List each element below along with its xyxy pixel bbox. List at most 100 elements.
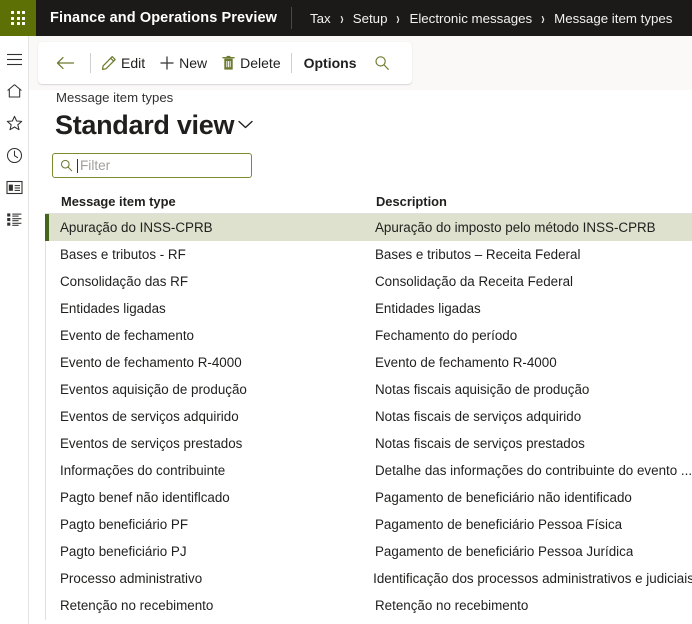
back-button[interactable] xyxy=(48,48,87,78)
table-row[interactable]: Bases e tributos - RF Bases e tributos – … xyxy=(45,241,692,268)
table-row[interactable]: Evento de fechamento R-4000 Evento de fec… xyxy=(45,349,692,376)
page-content: Message item types Standard view Filter … xyxy=(29,90,692,624)
cell-message-item-type: Apuração do INSS-CPRB xyxy=(60,220,213,235)
table-row[interactable]: Eventos de serviços prestados Notas fisca… xyxy=(45,430,692,457)
cell-message-item-type: Pagto beneficiário PJ xyxy=(60,544,187,559)
table-row[interactable]: Processo administrativo Identificação dos… xyxy=(45,565,692,592)
column-header-description[interactable]: Description xyxy=(375,194,447,209)
table-row[interactable]: Apuração do INSS-CPRB Apuração do imposto… xyxy=(45,214,692,241)
list-icon xyxy=(6,212,23,227)
grid-header-row: Message item type Description xyxy=(45,190,692,214)
cell-description: Entidades ligadas xyxy=(375,301,481,316)
trash-icon xyxy=(221,55,240,71)
cell-description: Retenção no recebimento xyxy=(375,598,529,613)
table-row[interactable]: Informações do contribuinte Detalhe das i… xyxy=(45,457,692,484)
search-icon xyxy=(53,159,77,172)
cell-message-item-type: Pagto benef não identiflcado xyxy=(60,490,230,505)
breadcrumb-separator-icon: › xyxy=(340,7,344,29)
cell-description: Notas fiscais de serviços adquirido xyxy=(375,409,582,424)
sidebar-item-home[interactable] xyxy=(0,75,29,107)
cell-message-item-type: Informações do contribuinte xyxy=(60,463,226,478)
cell-description: Bases e tributos – Receita Federal xyxy=(375,247,581,262)
cell-message-item-type: Pagto beneficiário PF xyxy=(60,517,189,532)
edit-button[interactable]: Edit xyxy=(94,48,152,78)
new-label: New xyxy=(179,55,208,71)
options-label: Options xyxy=(303,55,357,71)
cell-message-item-type: Evento de fechamento R-4000 xyxy=(60,355,242,370)
left-navigation-rail xyxy=(0,36,29,624)
home-icon xyxy=(6,83,23,99)
star-icon xyxy=(6,115,23,131)
clock-icon xyxy=(6,147,23,164)
cell-message-item-type: Processo administrativo xyxy=(60,571,203,586)
workspace-icon xyxy=(6,180,23,195)
grid-body: Apuração do INSS-CPRB Apuração do imposto… xyxy=(45,214,692,620)
cell-description: Consolidação da Receita Federal xyxy=(375,274,574,289)
table-row[interactable]: Entidades ligadas Entidades ligadas xyxy=(45,295,692,322)
table-row[interactable]: Retenção no recebimento Retenção no receb… xyxy=(45,592,692,619)
page-title: Standard view xyxy=(55,110,235,140)
cell-description: Identificação dos processos administrati… xyxy=(373,571,692,586)
plus-icon xyxy=(159,55,179,71)
table-row[interactable]: Eventos de serviços adquirido Notas fisca… xyxy=(45,403,692,430)
cell-message-item-type: Bases e tributos - RF xyxy=(60,247,186,262)
command-separator xyxy=(90,53,91,73)
search-icon xyxy=(374,55,394,71)
waffle-grid-icon[interactable] xyxy=(0,0,36,36)
sidebar-item-workspaces[interactable] xyxy=(0,171,29,203)
cell-description: Apuração do imposto pelo método INSS-CPR… xyxy=(375,220,656,235)
sidebar-item-favorites[interactable] xyxy=(0,107,29,139)
cell-description: Pagamento de beneficiário Pessoa Física xyxy=(375,517,623,532)
cell-description: Notas fiscais de serviços prestados xyxy=(375,436,585,451)
cell-description: Detalhe das informações do contribuinte … xyxy=(374,463,692,478)
pencil-icon xyxy=(101,55,121,71)
search-button[interactable] xyxy=(366,48,402,78)
cell-description: Fechamento do período xyxy=(375,328,518,343)
message-item-types-grid: Message item type Description Apuração d… xyxy=(45,190,692,624)
breadcrumb-item-tax[interactable]: Tax xyxy=(310,11,331,26)
command-bar: Edit New Delete Options xyxy=(38,42,412,84)
delete-label: Delete xyxy=(240,55,281,71)
filter-input[interactable]: Filter xyxy=(52,153,252,178)
edit-label: Edit xyxy=(121,55,146,71)
top-navigation-bar: Finance and Operations Preview Tax › Set… xyxy=(0,0,692,36)
new-button[interactable]: New xyxy=(152,48,214,78)
sidebar-item-expand-navigation[interactable] xyxy=(0,43,29,75)
page-caption: Message item types xyxy=(56,90,174,105)
sidebar-item-modules[interactable] xyxy=(0,203,29,235)
options-button[interactable]: Options xyxy=(295,48,366,78)
chevron-down-icon xyxy=(237,117,254,135)
breadcrumb-separator-icon: › xyxy=(541,7,545,29)
breadcrumb: Tax › Setup › Electronic messages › Mess… xyxy=(292,7,672,29)
cell-description: Evento de fechamento R-4000 xyxy=(375,355,557,370)
app-title: Finance and Operations Preview xyxy=(50,10,278,26)
cell-description: Pagamento de beneficiário Pessoa Jurídic… xyxy=(375,544,634,559)
breadcrumb-separator-icon: › xyxy=(396,7,401,29)
table-row[interactable]: Pagto beneficiário PJ Pagamento de benefi… xyxy=(45,538,692,565)
sidebar-item-recent[interactable] xyxy=(0,139,29,171)
cell-message-item-type: Consolidação das RF xyxy=(60,274,189,289)
text-caret xyxy=(77,158,78,173)
breadcrumb-item-message-item-types[interactable]: Message item types xyxy=(554,11,672,26)
filter-placeholder: Filter xyxy=(80,158,111,173)
cell-description: Pagamento de beneficiário não identifica… xyxy=(375,490,632,505)
cell-message-item-type: Eventos de serviços prestados xyxy=(60,436,243,451)
column-header-message-item-type[interactable]: Message item type xyxy=(46,194,375,209)
command-separator xyxy=(290,53,292,73)
table-row[interactable]: Pagto benef não identiflcado Pagamento de… xyxy=(45,484,692,511)
breadcrumb-item-setup[interactable]: Setup xyxy=(353,11,388,26)
back-arrow-icon xyxy=(56,56,79,70)
cell-message-item-type: Eventos de serviços adquirido xyxy=(60,409,239,424)
delete-button[interactable]: Delete xyxy=(214,48,287,78)
cell-message-item-type: Retenção no recebimento xyxy=(60,598,214,613)
breadcrumb-item-electronic-messages[interactable]: Electronic messages xyxy=(409,11,532,26)
view-selector[interactable]: Standard view xyxy=(55,112,254,139)
cell-description: Notas fiscais aquisição de produção xyxy=(375,382,590,397)
table-row[interactable]: Eventos aquisição de produção Notas fisca… xyxy=(45,376,692,403)
table-row[interactable]: Consolidação das RF Consolidação da Recei… xyxy=(45,268,692,295)
cell-message-item-type: Eventos aquisição de produção xyxy=(60,382,247,397)
table-row[interactable]: Pagto beneficiário PF Pagamento de benefi… xyxy=(45,511,692,538)
hamburger-menu-icon xyxy=(6,53,23,66)
cell-message-item-type: Entidades ligadas xyxy=(60,301,166,316)
table-row[interactable]: Evento de fechamento Fechamento do períod… xyxy=(45,322,692,349)
